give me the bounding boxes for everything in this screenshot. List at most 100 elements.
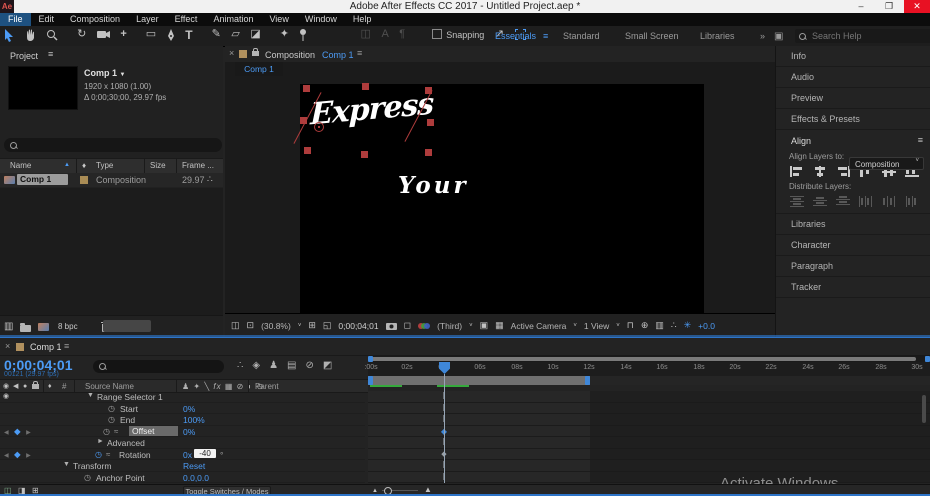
rotate-tool-icon[interactable]: ↻	[77, 29, 86, 40]
column-parent[interactable]: Parent	[255, 382, 279, 391]
rotation-revolutions[interactable]: 0x	[183, 450, 192, 460]
camera-select[interactable]: Active Camera	[511, 321, 567, 331]
snapshot-icon[interactable]	[385, 322, 397, 330]
panel-tab-libraries[interactable]: Libraries	[776, 214, 930, 235]
chevron-down-icon[interactable]: ˅	[298, 323, 302, 329]
keyframe-nav[interactable]: ◀ ◆ ▶	[4, 450, 33, 459]
roi-icon[interactable]: ▣	[480, 321, 489, 330]
stopwatch-icon[interactable]: ◷	[103, 427, 110, 436]
panel-lock-icon[interactable]	[252, 48, 259, 56]
frame-blend-icon[interactable]: ▤	[287, 360, 296, 371]
selection-handle[interactable]	[304, 147, 311, 154]
menu-effect[interactable]: Effect	[167, 13, 206, 26]
view-layout-select[interactable]: 1 View	[584, 321, 609, 331]
shape-tool-icon[interactable]: ▭	[146, 29, 156, 40]
new-folder-icon[interactable]	[20, 323, 31, 332]
menu-view[interactable]: View	[261, 13, 296, 26]
work-area-start-handle[interactable]	[368, 376, 373, 385]
keyframe-nav[interactable]: ◀ ◆ ▶	[4, 427, 33, 436]
project-search-box[interactable]	[4, 138, 222, 152]
stopwatch-icon[interactable]: ◷	[84, 473, 91, 482]
roto-brush-tool-icon[interactable]: ✦	[280, 29, 289, 40]
timeline-button-icon[interactable]: ▥	[655, 321, 664, 330]
chevron-down-icon[interactable]: ˅	[573, 323, 577, 329]
property-label[interactable]: End	[120, 415, 135, 425]
snapping-toggle[interactable]: Snapping	[432, 29, 484, 40]
property-label[interactable]: Start	[120, 404, 138, 414]
eraser-tool-icon[interactable]: ◪	[250, 29, 260, 40]
menu-layer[interactable]: Layer	[128, 13, 167, 26]
keyframe-rows-area[interactable]: I I I ◆ I ◆ I I Activate Windows Go to P…	[368, 391, 930, 496]
shy-layers-icon[interactable]: ♟	[269, 360, 278, 371]
chevron-down-icon[interactable]: ˅	[616, 323, 620, 329]
workspace-menu-icon[interactable]: ≡	[543, 31, 548, 41]
menu-composition[interactable]: Composition	[62, 13, 128, 26]
composition-canvas[interactable]: Express Your	[293, 83, 704, 313]
brush-tool-icon[interactable]: ✎	[212, 29, 221, 40]
property-value[interactable]: 0.0,0.0	[183, 473, 209, 483]
panel-tab-character[interactable]: Character	[776, 235, 930, 256]
label-column-icon[interactable]: ♦	[48, 383, 52, 390]
column-name[interactable]: Name	[10, 161, 31, 170]
selection-handle[interactable]	[425, 149, 432, 156]
bit-depth-label[interactable]: 8 bpc	[58, 322, 78, 331]
distribute-left-button[interactable]	[858, 195, 874, 207]
twirl-right-icon[interactable]: ►	[97, 438, 104, 445]
panel-comp-name[interactable]: Comp 1	[322, 50, 354, 60]
property-value[interactable]: 0%	[183, 404, 195, 414]
label-color-chip[interactable]	[80, 176, 88, 184]
twirl-down-icon[interactable]: ▼	[87, 392, 94, 399]
work-area-bar[interactable]	[368, 376, 930, 385]
row-transform[interactable]: ▼ Transform Reset	[0, 460, 365, 472]
anchor-point-icon[interactable]	[314, 122, 324, 132]
row-end[interactable]: ◷ End 100%	[0, 414, 365, 426]
menu-window[interactable]: Window	[297, 13, 345, 26]
twirl-down-icon[interactable]: ▼	[63, 461, 70, 468]
comp-timecode[interactable]: 0;00;04;01	[338, 321, 378, 331]
close-icon[interactable]: ×	[5, 342, 10, 351]
reset-link[interactable]: Reset	[183, 461, 205, 471]
zoom-tool-icon[interactable]	[46, 29, 58, 41]
row-rotation[interactable]: ◀ ◆ ▶ ◷ ≈ Rotation 0x -40 °	[0, 448, 365, 460]
magnification-icon[interactable]: ◫	[231, 321, 240, 330]
new-composition-icon[interactable]	[38, 323, 49, 331]
graph-icon[interactable]: ≈	[106, 450, 110, 459]
property-label[interactable]: Range Selector 1	[97, 392, 163, 402]
close-button[interactable]: ✕	[904, 0, 930, 13]
property-value[interactable]: 100%	[183, 415, 205, 425]
align-h-center-button[interactable]	[812, 165, 828, 177]
show-snapshot-icon[interactable]: ◻	[404, 321, 411, 330]
column-number[interactable]: #	[62, 382, 66, 391]
panel-tab-info[interactable]: Info	[776, 46, 930, 67]
panel-tab-audio[interactable]: Audio	[776, 67, 930, 88]
hand-tool-icon[interactable]	[25, 29, 36, 41]
selection-handle[interactable]	[361, 151, 368, 158]
grid-guides-icon[interactable]: ⊞	[308, 321, 316, 330]
workspace-tab-libraries[interactable]: Libraries	[700, 31, 735, 41]
property-label[interactable]: Transform	[73, 461, 111, 471]
column-frame-rate[interactable]: Frame ...	[182, 161, 214, 170]
graph-editor-icon[interactable]: ◩	[323, 360, 332, 371]
minimize-button[interactable]: –	[848, 0, 874, 13]
pixel-aspect-icon[interactable]: ⊓	[627, 321, 634, 330]
help-search-input[interactable]	[810, 30, 924, 42]
exposure-value[interactable]: +0.0	[698, 321, 715, 331]
align-panel-header[interactable]: Align ≡	[776, 130, 930, 152]
distribute-h-center-button[interactable]	[881, 195, 897, 207]
distribute-top-button[interactable]	[789, 195, 805, 207]
snapping-checkbox[interactable]	[432, 29, 443, 39]
comp-flowchart-icon[interactable]: ∴	[671, 321, 677, 330]
property-value[interactable]: 0%	[183, 427, 195, 437]
selection-tool-icon[interactable]	[4, 29, 14, 42]
selection-handle[interactable]	[427, 119, 434, 126]
row-advanced[interactable]: ► Advanced	[0, 437, 365, 449]
project-panel-menu-icon[interactable]: ≡	[48, 50, 53, 59]
stopwatch-icon[interactable]: ◷	[108, 415, 115, 424]
time-ruler[interactable]: :00s 02s 04s 06s 08s 10s 12s 14s 16s 18s…	[364, 362, 930, 376]
help-search-box[interactable]	[795, 29, 930, 43]
project-item-row[interactable]: Comp 1 Composition 29.97 ∴	[0, 173, 223, 187]
property-label[interactable]: Rotation	[119, 450, 151, 460]
audio-icon[interactable]: ◀	[13, 383, 18, 390]
row-offset[interactable]: ◀ ◆ ▶ ◷ ≈ Offset 0%	[0, 425, 365, 437]
stopwatch-icon[interactable]: ◷	[108, 404, 115, 413]
